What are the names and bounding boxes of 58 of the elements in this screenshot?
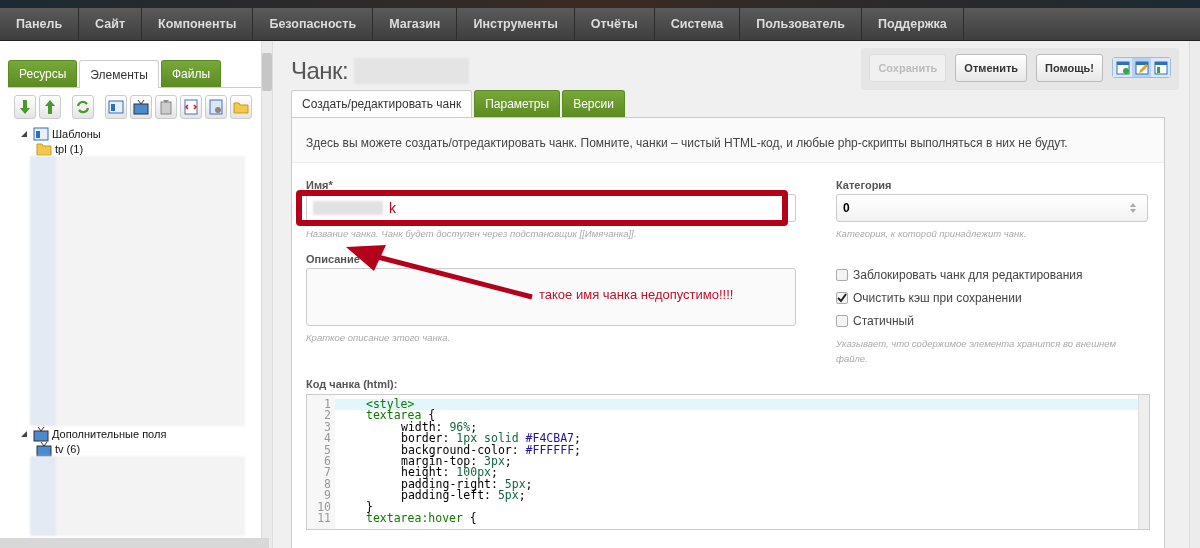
line-number: 5 bbox=[323, 444, 332, 456]
line-number: 4 bbox=[323, 433, 332, 445]
code-line: textarea { bbox=[365, 410, 436, 422]
menu-item[interactable]: Магазин bbox=[373, 8, 458, 40]
field-label: Имя* bbox=[306, 179, 334, 191]
category-select[interactable]: 0 bbox=[836, 194, 1148, 222]
field-label: Категория bbox=[836, 179, 893, 191]
menu-item[interactable]: Поддержка bbox=[861, 8, 964, 40]
line-number: 2 bbox=[323, 410, 332, 422]
annotation-text: такое имя чанка недопустимо!!!! bbox=[539, 287, 734, 302]
menu-item[interactable]: Пользователь bbox=[740, 8, 862, 40]
help-text: Название чанка. Чанк будет доступен через подстановщик [[Имячанка]]. bbox=[306, 227, 638, 241]
help-text: Категория, к которой принадлежит чанк. bbox=[836, 227, 1028, 241]
tree-item[interactable]: tv (6) bbox=[55, 442, 81, 455]
intro-text: Здесь вы можете создать/отредактировать чанк. Помните, чанки – чистый HTML-код, и любые php-скрипты выполняться в них не будут. bbox=[292, 118, 1164, 163]
menu-item[interactable]: Отчёты bbox=[574, 8, 655, 40]
help-text: Краткое описание этого чанка. bbox=[306, 331, 452, 345]
menu-item[interactable]: Система bbox=[654, 8, 741, 40]
checkbox-label[interactable]: Статичный bbox=[853, 313, 914, 328]
code-line: height: 100px; bbox=[400, 467, 498, 479]
line-number: 10 bbox=[316, 501, 332, 513]
help-text: Указывает, что содержимое элемента хранится во внешнем файле. bbox=[836, 337, 1117, 366]
sidebar-tab[interactable]: Файлы bbox=[160, 60, 222, 87]
form-tab[interactable]: Создать/редактировать чанк bbox=[291, 90, 473, 117]
code-line: background-color: #FFFFFF; bbox=[400, 444, 582, 456]
line-number: 6 bbox=[323, 455, 332, 468]
menu-item[interactable]: Инструменты bbox=[457, 8, 575, 40]
sidebar-tab[interactable]: Элементы bbox=[79, 60, 159, 88]
tree-item[interactable]: Дополнительные поля bbox=[52, 427, 167, 440]
code-line: margin-top: 3px; bbox=[400, 455, 512, 468]
line-number: 9 bbox=[324, 490, 332, 502]
menu-item[interactable]: Сайт bbox=[79, 8, 143, 40]
code-line: } bbox=[365, 501, 373, 513]
line-number: 11 bbox=[316, 512, 332, 525]
code-line: border: 1px solid #F4CBA7; bbox=[400, 433, 582, 445]
form-tab[interactable]: Версии bbox=[562, 90, 625, 117]
sidebar-tab[interactable]: Ресурсы bbox=[8, 60, 78, 87]
menu-item[interactable]: Безопасность bbox=[253, 8, 374, 40]
line-number: 7 bbox=[323, 467, 332, 479]
code-line: padding-left: 5px; bbox=[400, 490, 527, 502]
form-tab[interactable]: Параметры bbox=[474, 90, 561, 117]
checkbox-label[interactable]: Заблокировать чанк для редактирования bbox=[853, 267, 1083, 282]
field-label: Код чанка (html): bbox=[306, 378, 399, 390]
action-button[interactable]: Помощь! bbox=[1036, 53, 1103, 82]
tree-item[interactable]: tpl (1) bbox=[55, 142, 84, 155]
line-number: 3 bbox=[323, 421, 332, 434]
menu-item[interactable]: Панель bbox=[0, 8, 80, 40]
field-label: Описание bbox=[306, 253, 361, 265]
code-line: padding-right: 5px; bbox=[400, 478, 534, 491]
page-title: Чанк: bbox=[291, 56, 349, 85]
checkbox-label[interactable]: Очистить кэш при сохранении bbox=[853, 290, 1022, 305]
action-button[interactable]: Отменить bbox=[955, 53, 1028, 82]
line-number: 8 bbox=[323, 478, 332, 491]
menu-item[interactable]: Компоненты bbox=[142, 8, 254, 40]
code-line: textarea:hover { bbox=[365, 512, 478, 525]
line-number: 1 bbox=[323, 399, 332, 411]
tree-item[interactable]: Шаблоны bbox=[52, 127, 101, 140]
code-editor[interactable]: 1 2 3 4 5 6 7 8 9 10 11 <style> textarea { width: 96%; border: 1px solid #F4CBA7; background-color: #FFFFFF; margin-top: 3px; height: 100px; padding-right: 5px; padding-left: 5px; } textarea:hover { bbox=[306, 394, 1150, 530]
